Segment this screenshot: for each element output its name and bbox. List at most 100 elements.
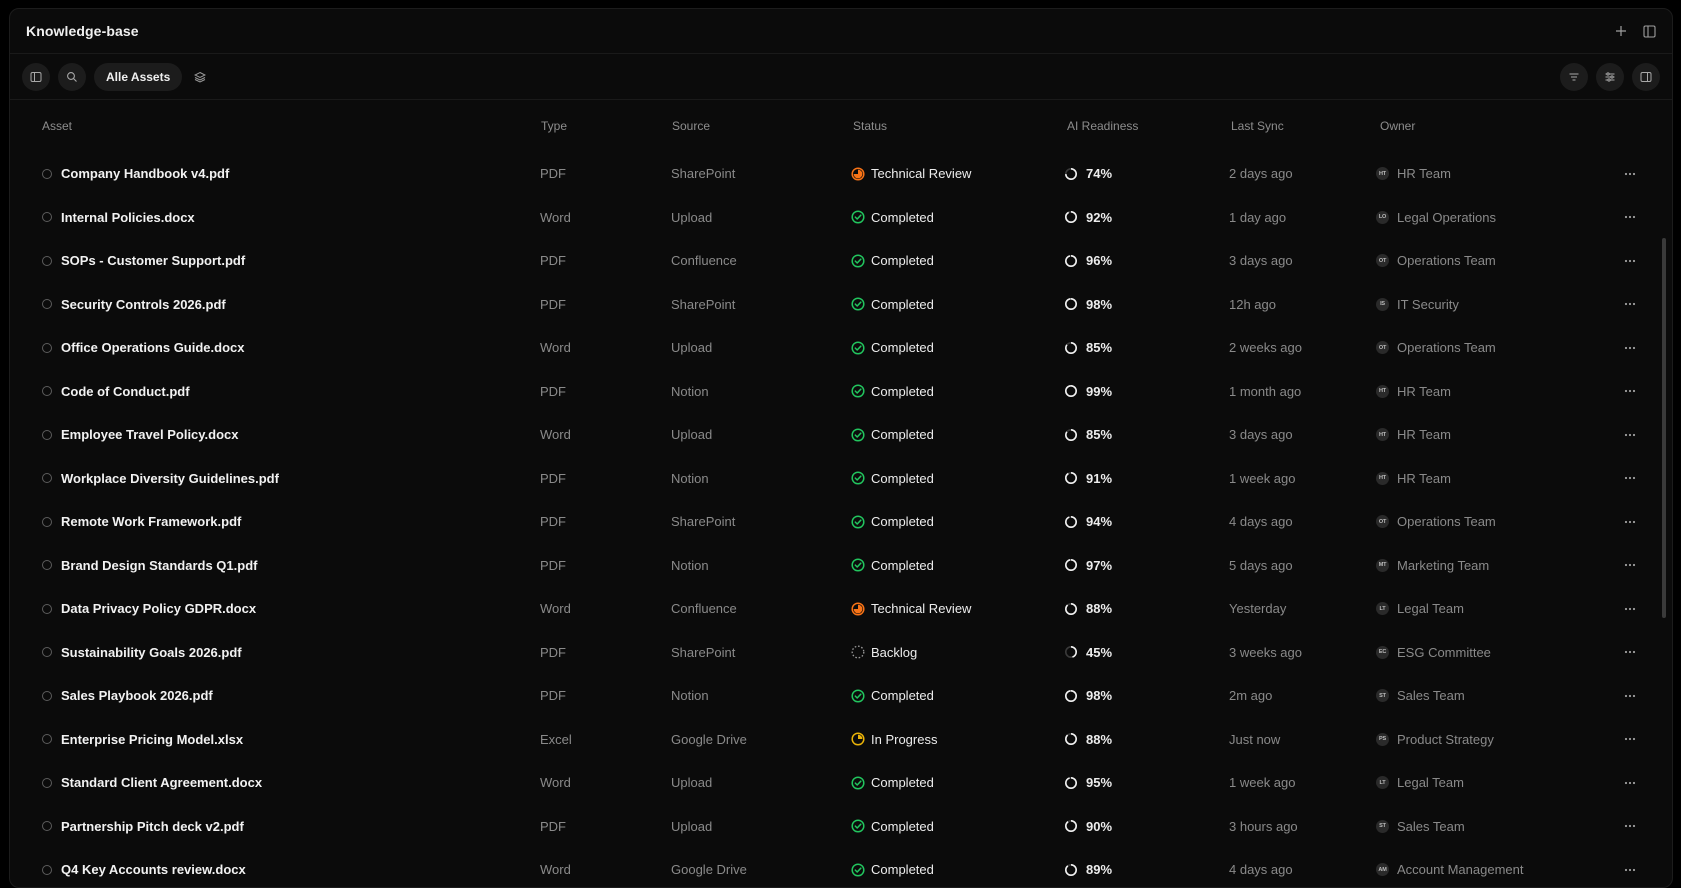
table-row[interactable]: Remote Work Framework.pdf PDF SharePoint… bbox=[10, 500, 1672, 544]
table-row[interactable]: Standard Client Agreement.docx Word Uplo… bbox=[10, 761, 1672, 805]
row-select-radio[interactable] bbox=[42, 212, 52, 223]
more-options-icon[interactable] bbox=[1624, 346, 1636, 350]
more-options-icon[interactable] bbox=[1624, 824, 1636, 828]
more-options-icon[interactable] bbox=[1624, 607, 1636, 611]
asset-cell[interactable]: Office Operations Guide.docx bbox=[42, 340, 244, 355]
more-options-icon[interactable] bbox=[1624, 650, 1636, 654]
status-cell[interactable]: Completed bbox=[851, 862, 934, 877]
table-row[interactable]: Q4 Key Accounts review.docx Word Google … bbox=[10, 848, 1672, 887]
table-row[interactable]: Code of Conduct.pdf PDF Notion Completed… bbox=[10, 370, 1672, 414]
row-select-radio[interactable] bbox=[42, 777, 52, 788]
status-cell[interactable]: Completed bbox=[851, 471, 934, 486]
all-assets-filter[interactable]: Alle Assets bbox=[94, 62, 183, 91]
column-header-last-sync[interactable]: Last Sync bbox=[1231, 119, 1284, 133]
asset-name[interactable]: Security Controls 2026.pdf bbox=[61, 297, 226, 312]
row-select-radio[interactable] bbox=[42, 647, 52, 658]
asset-cell[interactable]: Standard Client Agreement.docx bbox=[42, 775, 262, 790]
asset-name[interactable]: Company Handbook v4.pdf bbox=[61, 166, 229, 181]
status-cell[interactable]: Completed bbox=[851, 210, 934, 225]
column-header-type[interactable]: Type bbox=[541, 119, 567, 133]
table-row[interactable]: Company Handbook v4.pdf PDF SharePoint T… bbox=[10, 152, 1672, 196]
asset-cell[interactable]: Enterprise Pricing Model.xlsx bbox=[42, 732, 243, 747]
asset-name[interactable]: Enterprise Pricing Model.xlsx bbox=[61, 732, 243, 747]
status-cell[interactable]: Completed bbox=[851, 514, 934, 529]
status-cell[interactable]: Technical Review bbox=[851, 166, 971, 181]
display-settings-button[interactable] bbox=[1596, 62, 1624, 91]
table-row[interactable]: Sales Playbook 2026.pdf PDF Notion Compl… bbox=[10, 674, 1672, 718]
status-cell[interactable]: Completed bbox=[851, 558, 934, 573]
asset-cell[interactable]: Sales Playbook 2026.pdf bbox=[42, 688, 213, 703]
row-select-radio[interactable] bbox=[42, 342, 52, 353]
row-select-radio[interactable] bbox=[42, 168, 52, 179]
more-options-icon[interactable] bbox=[1624, 737, 1636, 741]
asset-cell[interactable]: Partnership Pitch deck v2.pdf bbox=[42, 819, 244, 834]
column-header-owner[interactable]: Owner bbox=[1380, 119, 1415, 133]
asset-cell[interactable]: Brand Design Standards Q1.pdf bbox=[42, 558, 257, 573]
column-header-source[interactable]: Source bbox=[672, 119, 710, 133]
asset-name[interactable]: Brand Design Standards Q1.pdf bbox=[61, 558, 257, 573]
row-select-radio[interactable] bbox=[42, 473, 52, 484]
status-cell[interactable]: Completed bbox=[851, 253, 934, 268]
asset-cell[interactable]: Q4 Key Accounts review.docx bbox=[42, 862, 246, 877]
table-row[interactable]: Data Privacy Policy GDPR.docx Word Confl… bbox=[10, 587, 1672, 631]
status-cell[interactable]: Completed bbox=[851, 819, 934, 834]
asset-cell[interactable]: Sustainability Goals 2026.pdf bbox=[42, 645, 242, 660]
asset-name[interactable]: Partnership Pitch deck v2.pdf bbox=[61, 819, 244, 834]
table-row[interactable]: Security Controls 2026.pdf PDF SharePoin… bbox=[10, 283, 1672, 327]
more-options-icon[interactable] bbox=[1624, 215, 1636, 219]
more-options-icon[interactable] bbox=[1624, 389, 1636, 393]
status-cell[interactable]: Completed bbox=[851, 427, 934, 442]
table-row[interactable]: Employee Travel Policy.docx Word Upload … bbox=[10, 413, 1672, 457]
asset-name[interactable]: SOPs - Customer Support.pdf bbox=[61, 253, 245, 268]
more-options-icon[interactable] bbox=[1624, 868, 1636, 872]
search-button[interactable] bbox=[58, 62, 86, 91]
row-select-radio[interactable] bbox=[42, 255, 52, 266]
asset-name[interactable]: Workplace Diversity Guidelines.pdf bbox=[61, 471, 279, 486]
row-select-radio[interactable] bbox=[42, 734, 52, 745]
more-options-icon[interactable] bbox=[1624, 476, 1636, 480]
asset-cell[interactable]: Workplace Diversity Guidelines.pdf bbox=[42, 471, 279, 486]
asset-cell[interactable]: Company Handbook v4.pdf bbox=[42, 166, 229, 181]
column-header-ai-readiness[interactable]: AI Readiness bbox=[1067, 119, 1138, 133]
more-options-icon[interactable] bbox=[1624, 259, 1636, 263]
layers-icon[interactable] bbox=[190, 63, 210, 91]
status-cell[interactable]: Completed bbox=[851, 688, 934, 703]
row-select-radio[interactable] bbox=[42, 299, 52, 310]
row-select-radio[interactable] bbox=[42, 690, 52, 701]
asset-cell[interactable]: Remote Work Framework.pdf bbox=[42, 514, 241, 529]
details-panel-button[interactable] bbox=[1632, 62, 1660, 91]
row-select-radio[interactable] bbox=[42, 429, 52, 440]
more-options-icon[interactable] bbox=[1624, 433, 1636, 437]
table-row[interactable]: Office Operations Guide.docx Word Upload… bbox=[10, 326, 1672, 370]
row-select-radio[interactable] bbox=[42, 386, 52, 397]
table-row[interactable]: Enterprise Pricing Model.xlsx Excel Goog… bbox=[10, 718, 1672, 762]
table-row[interactable]: SOPs - Customer Support.pdf PDF Confluen… bbox=[10, 239, 1672, 283]
asset-cell[interactable]: Employee Travel Policy.docx bbox=[42, 427, 239, 442]
row-select-radio[interactable] bbox=[42, 821, 52, 832]
asset-name[interactable]: Employee Travel Policy.docx bbox=[61, 427, 239, 442]
status-cell[interactable]: Technical Review bbox=[851, 601, 971, 616]
asset-cell[interactable]: Security Controls 2026.pdf bbox=[42, 297, 226, 312]
more-options-icon[interactable] bbox=[1624, 781, 1636, 785]
status-cell[interactable]: Completed bbox=[851, 384, 934, 399]
asset-cell[interactable]: Data Privacy Policy GDPR.docx bbox=[42, 601, 256, 616]
asset-cell[interactable]: SOPs - Customer Support.pdf bbox=[42, 253, 245, 268]
asset-name[interactable]: Standard Client Agreement.docx bbox=[61, 775, 262, 790]
more-options-icon[interactable] bbox=[1624, 694, 1636, 698]
status-cell[interactable]: In Progress bbox=[851, 732, 937, 747]
filter-button[interactable] bbox=[1560, 62, 1588, 91]
table-row[interactable]: Internal Policies.docx Word Upload Compl… bbox=[10, 196, 1672, 240]
more-options-icon[interactable] bbox=[1624, 172, 1636, 176]
asset-name[interactable]: Code of Conduct.pdf bbox=[61, 384, 190, 399]
asset-name[interactable]: Sustainability Goals 2026.pdf bbox=[61, 645, 242, 660]
more-options-icon[interactable] bbox=[1624, 520, 1636, 524]
status-cell[interactable]: Completed bbox=[851, 297, 934, 312]
status-cell[interactable]: Completed bbox=[851, 340, 934, 355]
asset-name[interactable]: Data Privacy Policy GDPR.docx bbox=[61, 601, 256, 616]
more-options-icon[interactable] bbox=[1624, 563, 1636, 567]
table-row[interactable]: Brand Design Standards Q1.pdf PDF Notion… bbox=[10, 544, 1672, 588]
status-cell[interactable]: Backlog bbox=[851, 645, 917, 660]
status-cell[interactable]: Completed bbox=[851, 775, 934, 790]
asset-cell[interactable]: Code of Conduct.pdf bbox=[42, 384, 190, 399]
asset-cell[interactable]: Internal Policies.docx bbox=[42, 210, 195, 225]
